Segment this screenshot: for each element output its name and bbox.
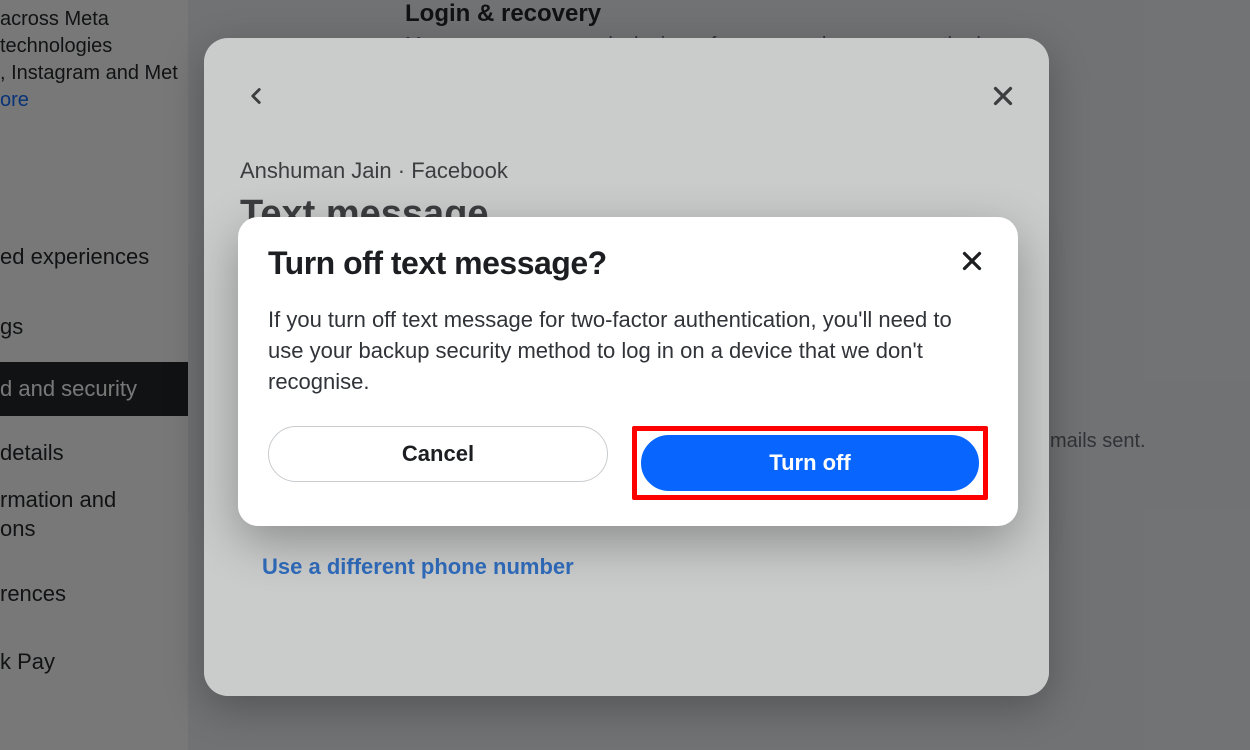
confirm-modal-actions: Cancel Turn off xyxy=(268,426,988,500)
close-icon xyxy=(988,81,1018,111)
confirm-modal-title: Turn off text message? xyxy=(268,245,607,282)
close-confirm-modal-button[interactable] xyxy=(956,245,988,277)
confirm-turn-off-modal: Turn off text message? If you turn off t… xyxy=(238,217,1018,526)
close-outer-modal-button[interactable] xyxy=(983,76,1023,116)
turn-off-button-label: Turn off xyxy=(769,450,850,476)
cancel-button[interactable]: Cancel xyxy=(268,426,608,482)
use-different-number-button[interactable]: Use a different phone number xyxy=(238,538,1018,596)
outer-modal-header xyxy=(204,38,1049,148)
back-button[interactable] xyxy=(236,76,276,116)
chevron-left-icon xyxy=(243,83,269,109)
cancel-button-label: Cancel xyxy=(402,441,474,467)
confirm-modal-body: If you turn off text message for two-fac… xyxy=(268,304,988,398)
account-breadcrumb: Anshuman Jain · Facebook xyxy=(240,158,508,184)
use-different-number-label: Use a different phone number xyxy=(262,554,574,580)
highlight-annotation: Turn off xyxy=(632,426,988,500)
turn-off-button[interactable]: Turn off xyxy=(641,435,979,491)
close-icon xyxy=(957,246,987,276)
